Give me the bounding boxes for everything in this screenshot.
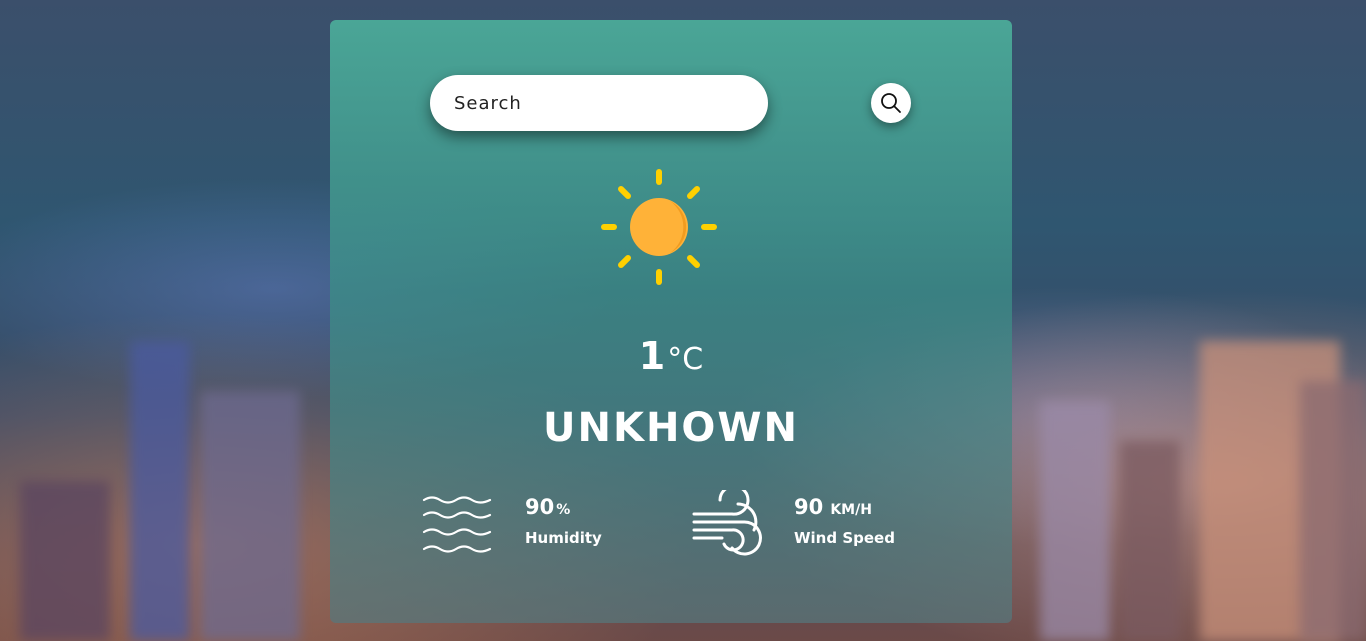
temperature-unit: °C: [667, 342, 704, 377]
wind-suffix: KM/H: [830, 502, 872, 518]
humidity-stat: 90% Humidity: [525, 495, 602, 547]
search-icon: [881, 93, 901, 113]
search-button[interactable]: [871, 83, 911, 123]
wind-stat: 90 KM/H Wind Speed: [794, 495, 895, 547]
humidity-label: Humidity: [525, 529, 602, 547]
wind-icon: [692, 490, 762, 556]
wind-value: 90: [794, 495, 824, 519]
temperature-value: 1: [638, 334, 666, 378]
humidity-value: 90: [525, 495, 555, 519]
sun-icon: [601, 169, 717, 285]
humidity-suffix: %: [556, 502, 571, 518]
temperature: 1°C: [330, 334, 1012, 378]
city-name: UNKHOWN: [542, 405, 800, 451]
wind-label: Wind Speed: [794, 529, 895, 547]
search-input[interactable]: [430, 75, 768, 131]
weather-card: 1°C UNKHOWN 90% Humidity 90 KM/H Wind Sp…: [330, 20, 1012, 623]
humidity-icon: [422, 496, 492, 553]
